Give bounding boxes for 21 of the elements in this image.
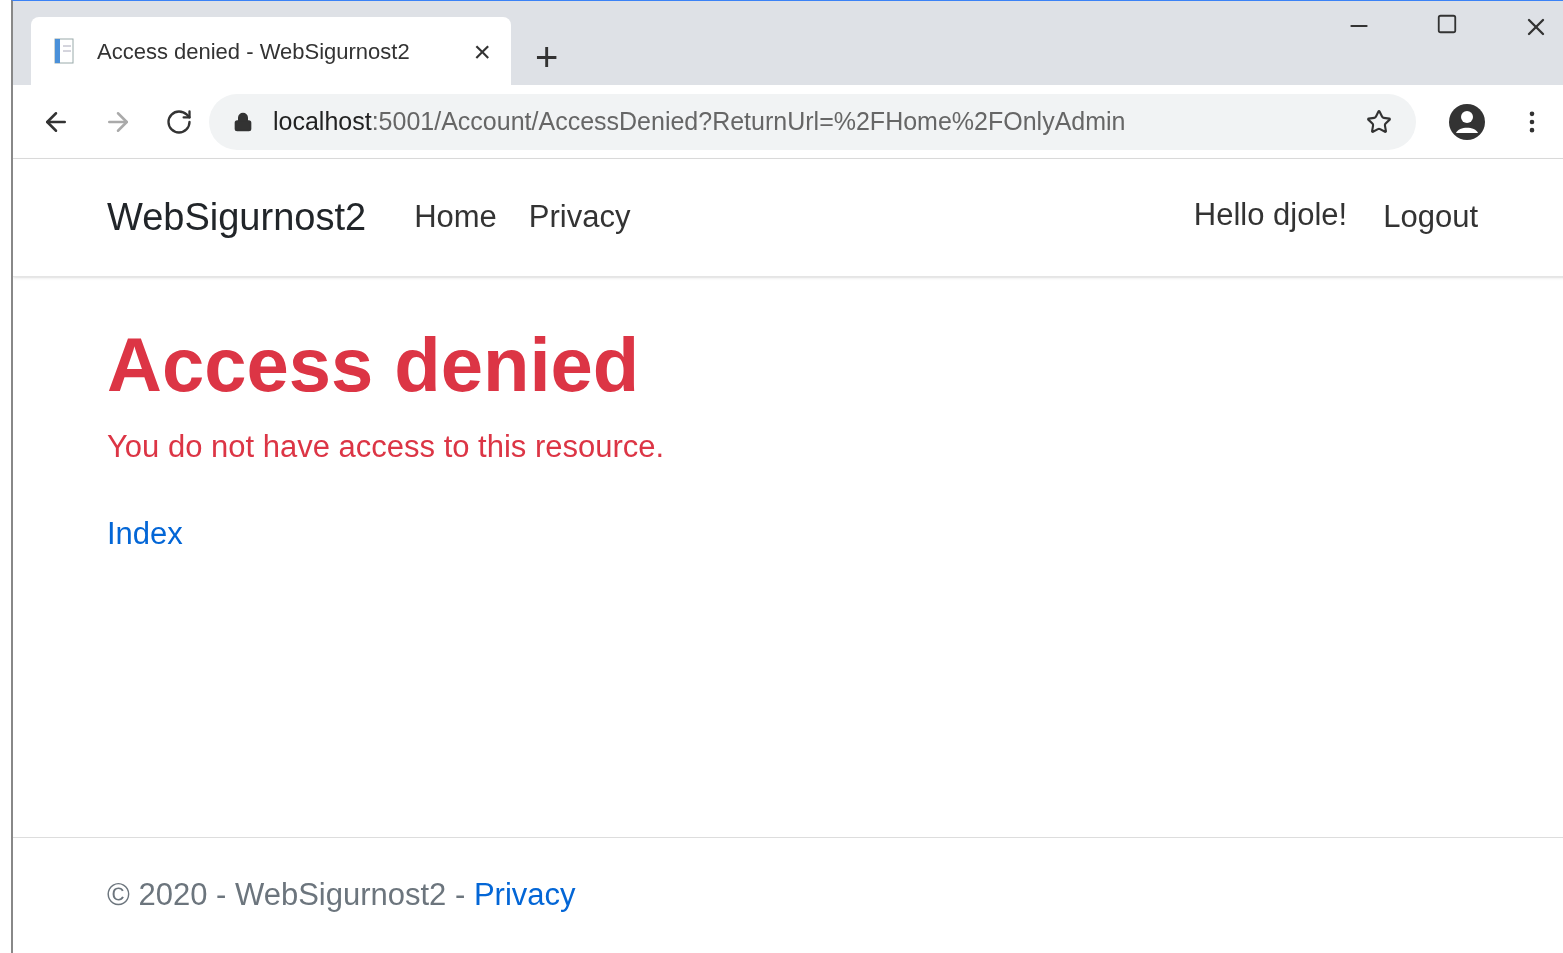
greeting-text: Hello djole! xyxy=(1193,196,1348,235)
browser-tab[interactable]: Access denied - WebSigurnost2 × xyxy=(31,17,511,85)
address-bar[interactable]: localhost:5001/Account/AccessDenied?ReturnUrl=%2FHome%2FOnlyAdmin xyxy=(209,93,1416,150)
page-heading: Access denied xyxy=(107,321,640,409)
logout-link[interactable]: Logout xyxy=(1383,194,1478,241)
nav-link[interactable]: Privacy xyxy=(528,194,631,241)
nav-link[interactable]: Home xyxy=(414,194,497,241)
error-message: You do not have access to this resource. xyxy=(107,428,665,466)
index-link[interactable]: Index xyxy=(107,510,183,557)
footer-text: © 2020 - WebSigurnost2 - Privacy xyxy=(107,876,576,915)
privacy-link[interactable]: Privacy xyxy=(473,877,576,913)
tab-title: Access denied - WebSigurnost2 xyxy=(97,37,411,66)
maximize-icon[interactable] xyxy=(1436,13,1458,35)
bookmark-star-icon[interactable] xyxy=(1366,108,1392,135)
profile-icon[interactable] xyxy=(1448,102,1486,141)
url-text: localhost:5001/Account/AccessDenied?ReturnUrl=%2FHome%2FOnlyAdmin xyxy=(273,105,1127,137)
reload-icon[interactable] xyxy=(165,107,193,136)
brand-link[interactable]: WebSigurnost2 xyxy=(107,189,367,246)
lock-icon xyxy=(233,111,253,132)
new-tab-button[interactable]: + xyxy=(535,37,559,77)
tab-close-button[interactable]: × xyxy=(473,28,491,74)
